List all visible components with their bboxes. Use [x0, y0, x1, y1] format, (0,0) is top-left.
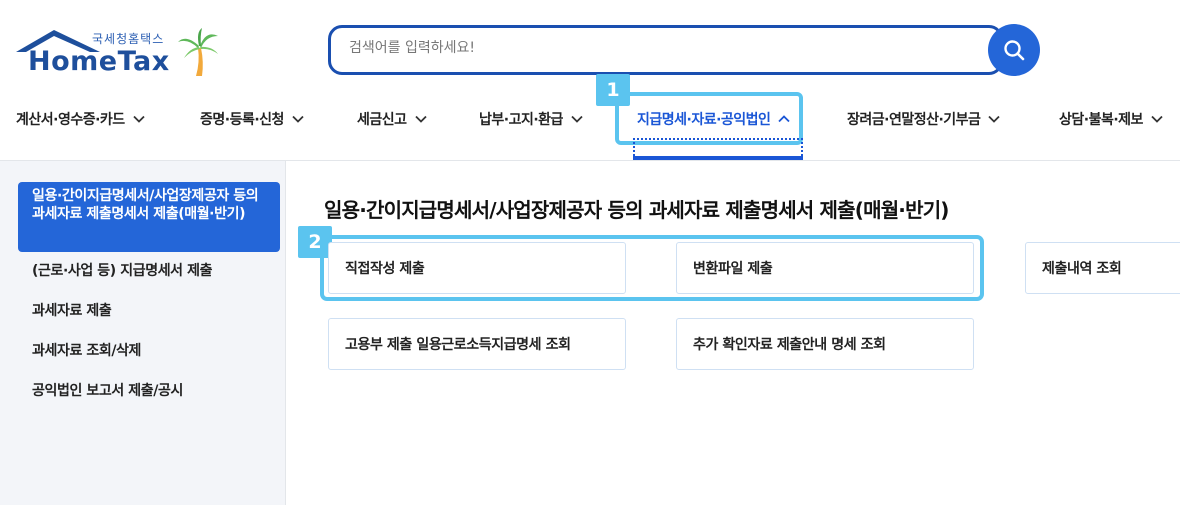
main-nav: 계산서·영수증·카드 증명·등록·신청 세금신고 납부·고지·환급 지급명세·자… — [0, 104, 1180, 134]
nav-item-payment-refund[interactable]: 납부·고지·환급 — [479, 104, 583, 134]
step-badge-1: 1 — [596, 74, 630, 106]
logo-subtitle: 국세청홈택스 — [92, 32, 165, 46]
nav-item-consultation[interactable]: 상담·불복·제보 — [1059, 104, 1163, 134]
nav-item-incentive-yearend[interactable]: 장려금·연말정산·기부금 — [847, 104, 1001, 134]
nav-item-label: 계산서·영수증·카드 — [16, 112, 125, 128]
chevron-down-icon — [133, 115, 145, 123]
nav-item-label: 세금신고 — [357, 112, 407, 128]
search-icon — [1004, 40, 1025, 61]
nav-item-label: 납부·고지·환급 — [479, 112, 563, 128]
nav-item-label: 장려금·연말정산·기부금 — [847, 112, 981, 128]
sidebar-item-tax-data-lookup[interactable]: 과세자료 조회/삭제 — [18, 342, 280, 360]
sidebar-item-public-corp-report[interactable]: 공익법인 보고서 제출/공시 — [18, 382, 280, 400]
additional-data-notice-lookup-button[interactable]: 추가 확인자료 제출안내 명세 조회 — [676, 318, 974, 370]
nav-item-payment-statement[interactable]: 지급명세·자료·공익법인 — [637, 104, 791, 134]
nav-item-label: 증명·등록·신청 — [200, 112, 284, 128]
search-box — [328, 25, 1003, 75]
page-title: 일용·간이지급명세서/사업장제공자 등의 과세자료 제출명세서 제출(매월·반기… — [324, 198, 949, 222]
chevron-down-icon — [292, 115, 304, 123]
converted-file-submit-button[interactable]: 변환파일 제출 — [676, 242, 974, 294]
nav-item-label: 지급명세·자료·공익법인 — [637, 112, 771, 128]
sidebar-item-payment-statement[interactable]: (근로·사업 등) 지급명세서 제출 — [18, 262, 280, 280]
sidebar-item-tax-data-submit[interactable]: 과세자료 제출 — [18, 302, 280, 320]
nav-item-label: 상담·불복·제보 — [1059, 112, 1143, 128]
hometax-logo[interactable]: 국세청홈택스 HomeTax — [14, 26, 224, 82]
palm-tree-icon — [178, 28, 218, 76]
chevron-up-icon — [778, 115, 791, 123]
chevron-down-icon — [1151, 115, 1163, 123]
step-badge-2: 2 — [298, 226, 332, 258]
chevron-down-icon — [988, 115, 1001, 123]
logo-wordmark: HomeTax — [28, 46, 170, 77]
search-input[interactable] — [349, 40, 969, 56]
labor-ministry-statement-lookup-button[interactable]: 고용부 제출 일용근로소득지급명세 조회 — [328, 318, 626, 370]
nav-item-certificate-registration[interactable]: 증명·등록·신청 — [200, 104, 304, 134]
chevron-down-icon — [571, 115, 583, 123]
search-button[interactable] — [988, 24, 1040, 76]
sidebar-item-daily-statement[interactable]: 일용·간이지급명세서/사업장제공자 등의 과세자료 제출명세서 제출(매월·반기… — [18, 182, 280, 252]
submission-history-button[interactable]: 제출내역 조회 — [1025, 242, 1180, 294]
direct-entry-submit-button[interactable]: 직접작성 제출 — [328, 242, 626, 294]
nav-item-tax-filing[interactable]: 세금신고 — [357, 104, 427, 134]
chevron-down-icon — [414, 115, 427, 123]
nav-item-invoice-receipt-card[interactable]: 계산서·영수증·카드 — [16, 104, 145, 134]
sidebar: 일용·간이지급명세서/사업장제공자 등의 과세자료 제출명세서 제출(매월·반기… — [0, 161, 286, 505]
